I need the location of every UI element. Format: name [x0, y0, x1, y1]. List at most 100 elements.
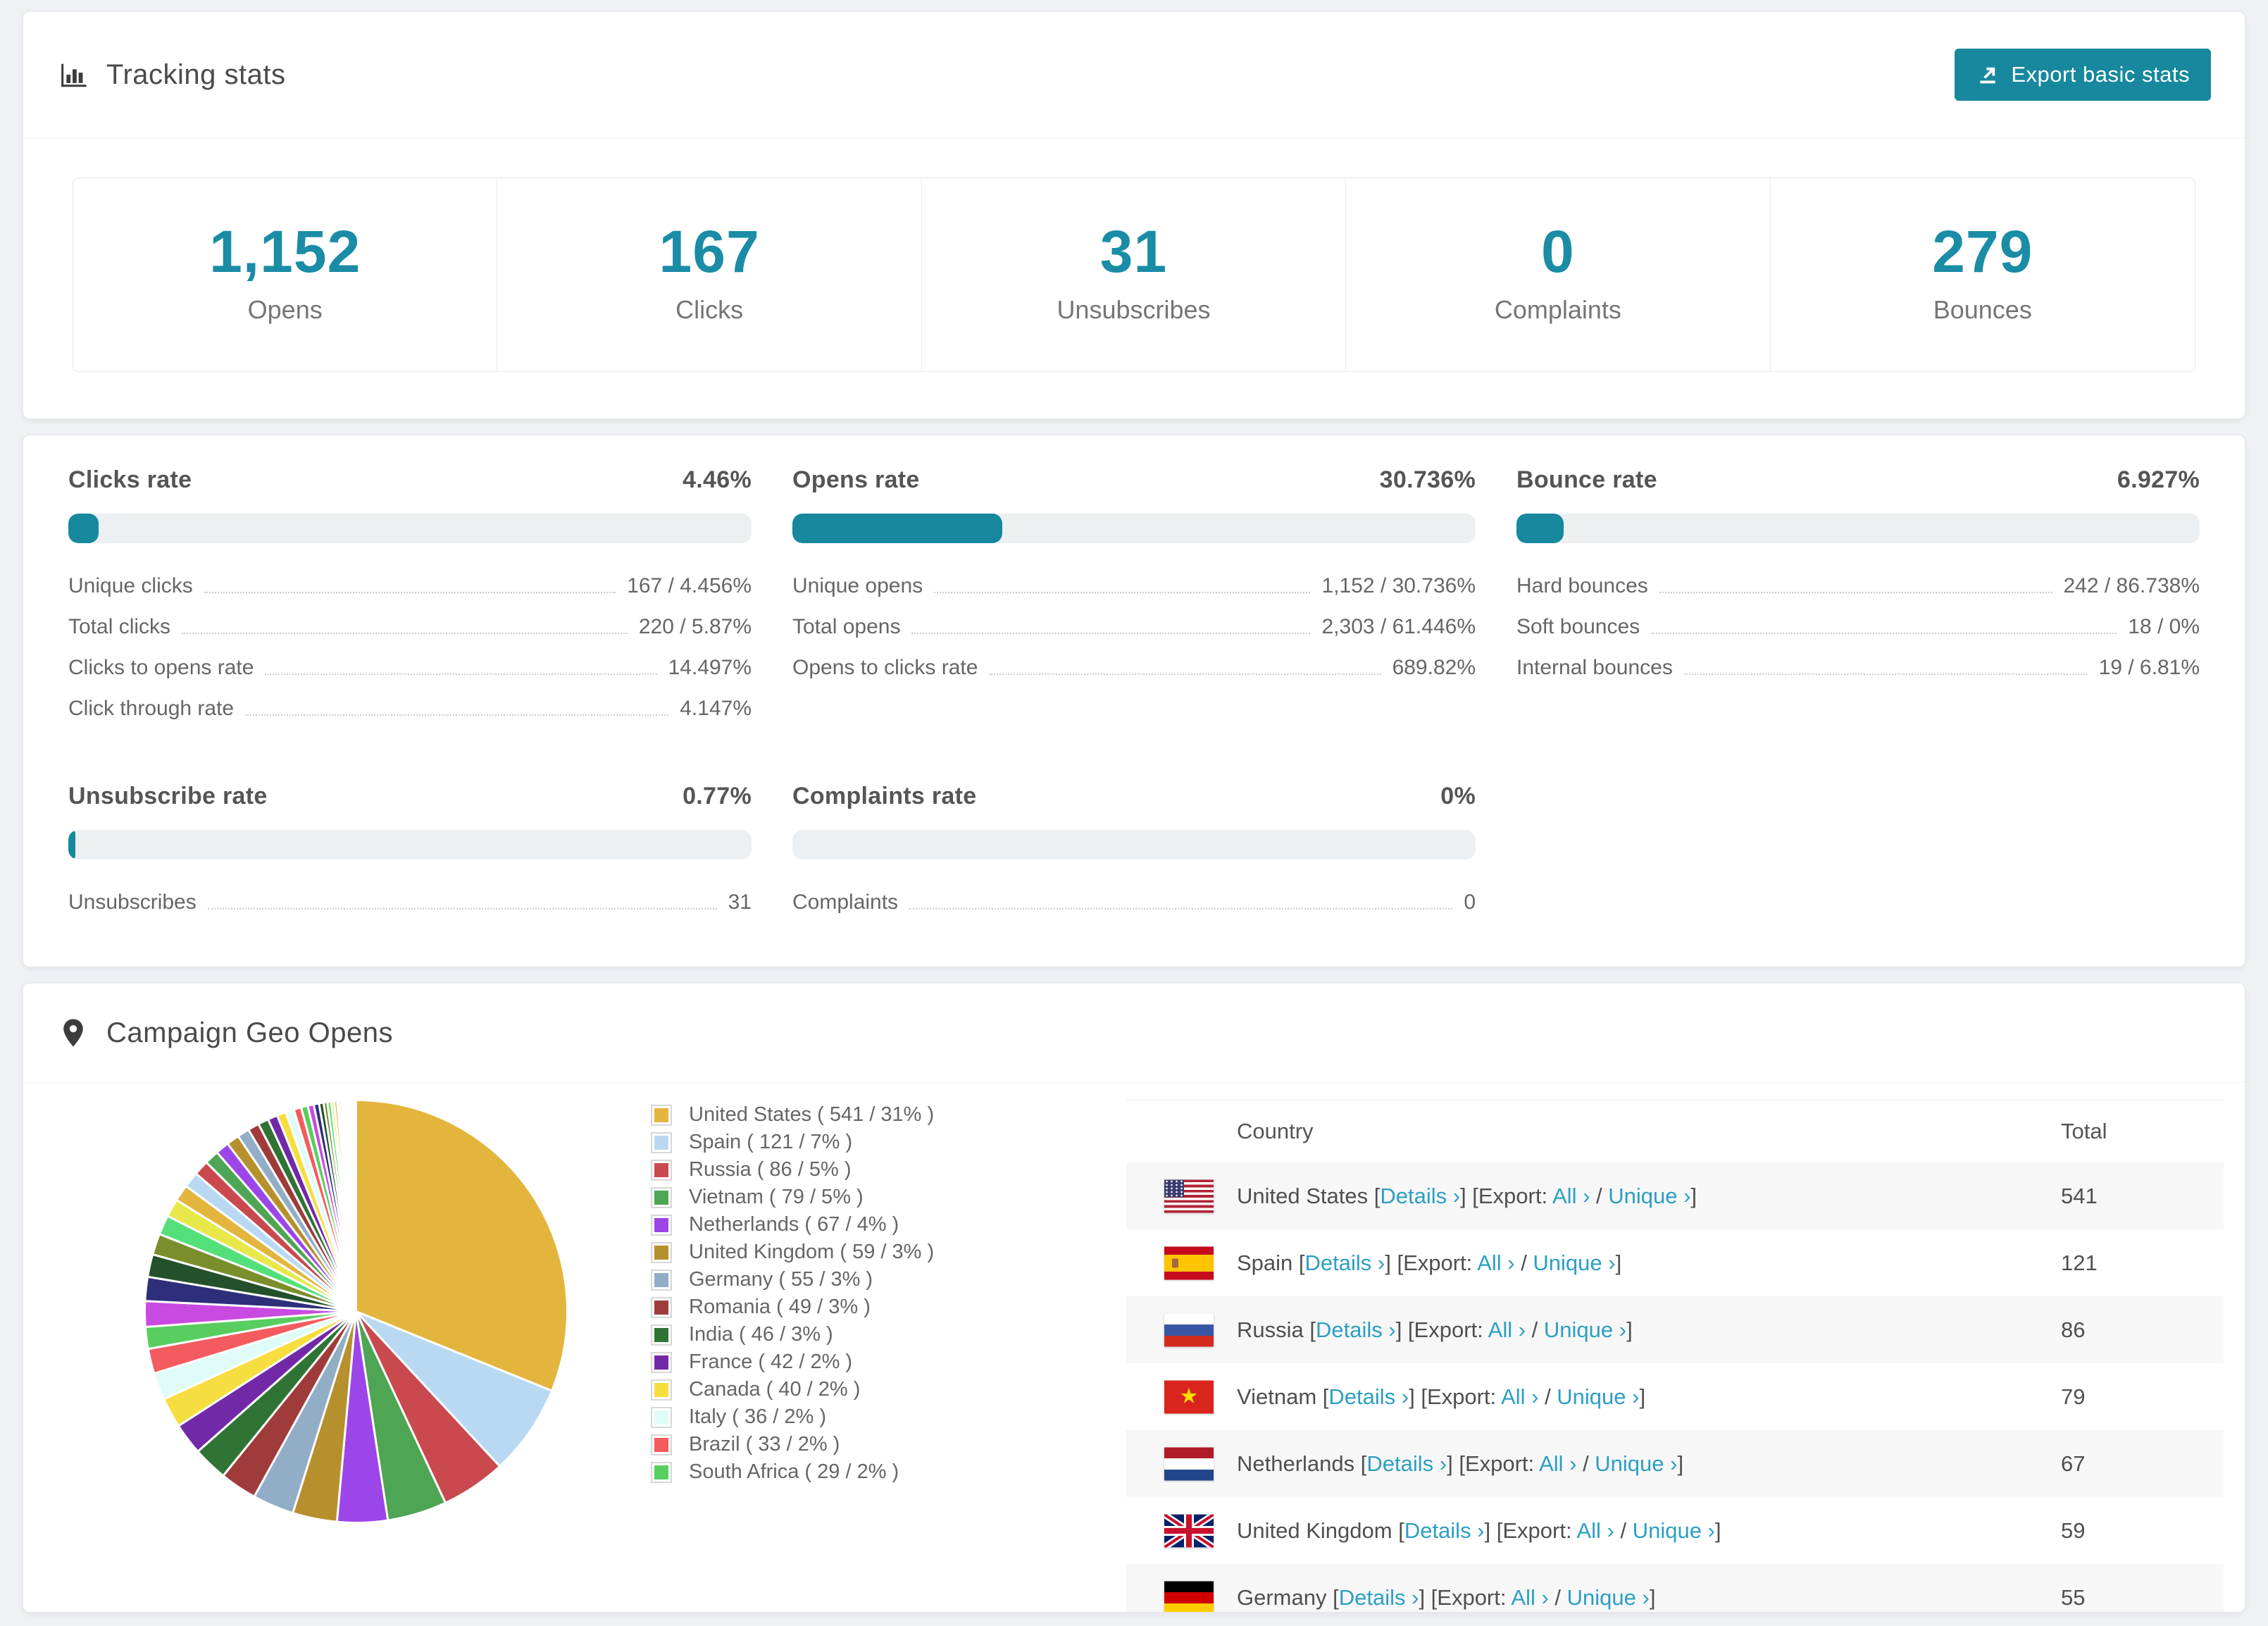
- export-unique-link[interactable]: Unique ›: [1567, 1585, 1650, 1610]
- legend-label: United Kingdom ( 59 / 3% ): [689, 1241, 934, 1264]
- dotted-leader: [934, 592, 1310, 593]
- country-cell: Russia [Details ›] [Export: All › / Uniq…: [1237, 1317, 1633, 1343]
- legend-label: United States ( 541 / 31% ): [689, 1103, 934, 1127]
- export-all-link[interactable]: All ›: [1511, 1585, 1548, 1610]
- rate-rows: Complaints0: [792, 882, 1476, 923]
- vn-flag-icon: [1164, 1380, 1214, 1413]
- rate-row: Internal bounces19 / 6.81%: [1516, 647, 2200, 688]
- export-basic-stats-button[interactable]: Export basic stats: [1955, 49, 2211, 101]
- export-all-link[interactable]: All ›: [1488, 1317, 1526, 1342]
- bracket: [: [1333, 1585, 1339, 1610]
- bracket: ]: [1715, 1518, 1721, 1543]
- country-cell: Germany [Details ›] [Export: All › / Uni…: [1237, 1585, 1655, 1611]
- dotted-leader: [1659, 592, 2052, 593]
- legend-item: India ( 46 / 3% ): [651, 1321, 934, 1348]
- details-link[interactable]: Details ›: [1380, 1184, 1460, 1208]
- stat-label: Unsubscribes: [922, 295, 1345, 325]
- dotted-leader: [909, 908, 1452, 910]
- rate-progress-fill: [792, 514, 1002, 543]
- rate-row-value: 242 / 86.738%: [2064, 574, 2200, 598]
- page-title: Tracking stats: [106, 59, 285, 91]
- export-button-label: Export basic stats: [2011, 62, 2190, 87]
- export-unique-link[interactable]: Unique ›: [1608, 1184, 1690, 1208]
- country-cell: Netherlands [Details ›] [Export: All › /…: [1237, 1451, 1683, 1477]
- details-link[interactable]: Details ›: [1404, 1518, 1485, 1543]
- details-link[interactable]: Details ›: [1328, 1384, 1409, 1409]
- rate-row: Soft bounces18 / 0%: [1516, 607, 2200, 647]
- details-link[interactable]: Details ›: [1339, 1585, 1419, 1610]
- details-link[interactable]: Details ›: [1366, 1451, 1447, 1476]
- legend-swatch: [651, 1434, 672, 1456]
- rate-row-value: 1,152 / 30.736%: [1321, 574, 1476, 598]
- country-name: United Kingdom: [1237, 1518, 1398, 1543]
- column-header-country: Country: [1237, 1119, 1314, 1144]
- legend-item: France ( 42 / 2% ): [651, 1348, 934, 1376]
- rate-progress-bar: [792, 514, 1476, 543]
- stat-cell: 279Bounces: [1771, 178, 2195, 371]
- rate-row-value: 18 / 0%: [2128, 615, 2200, 639]
- rate-rows: Unique opens1,152 / 30.736%Total opens2,…: [792, 566, 1476, 688]
- slash: /: [1538, 1384, 1557, 1409]
- map-pin-icon: [57, 1017, 89, 1049]
- country-cell: Vietnam [Details ›] [Export: All › / Uni…: [1237, 1384, 1645, 1410]
- export-all-link[interactable]: All ›: [1477, 1250, 1514, 1275]
- legend-swatch: [651, 1132, 672, 1153]
- details-link[interactable]: Details ›: [1316, 1317, 1396, 1342]
- geo-content: United States ( 541 / 31% )Spain ( 121 /…: [23, 1083, 2245, 1613]
- rate-progress-fill: [68, 830, 75, 859]
- export-all-link[interactable]: All ›: [1552, 1184, 1590, 1208]
- rate-title: Unsubscribe rate: [68, 783, 268, 810]
- rate-progress-fill: [1516, 514, 1564, 543]
- rate-row: Total opens2,303 / 61.446%: [792, 607, 1476, 647]
- export-icon: [1976, 63, 2000, 87]
- rate-value: 0%: [1440, 783, 1476, 810]
- legend-swatch: [651, 1462, 672, 1483]
- country-total: 55: [2061, 1585, 2085, 1611]
- country-name: United States: [1237, 1184, 1374, 1208]
- export-unique-link[interactable]: Unique ›: [1533, 1250, 1615, 1275]
- rate-row: Total clicks220 / 5.87%: [68, 607, 752, 647]
- stat-label: Complaints: [1346, 295, 1769, 325]
- rate-row-label: Hard bounces: [1516, 574, 1648, 598]
- dotted-leader: [989, 674, 1381, 675]
- export-all-link[interactable]: All ›: [1576, 1518, 1614, 1543]
- rates-grid: Clicks rate4.46%Unique clicks167 / 4.456…: [23, 435, 2245, 967]
- rate-row: Unique opens1,152 / 30.736%: [792, 566, 1476, 607]
- export-all-link[interactable]: All ›: [1501, 1384, 1538, 1409]
- rate-title: Clicks rate: [68, 466, 192, 494]
- rate-section: Clicks rate4.46%Unique clicks167 / 4.456…: [68, 466, 752, 729]
- rate-progress-bar: [68, 830, 752, 859]
- stat-cell: 0 Complaints: [1346, 178, 1770, 371]
- rates-card: Clicks rate4.46%Unique clicks167 / 4.456…: [23, 435, 2245, 967]
- legend-item: Canada ( 40 / 2% ): [651, 1376, 934, 1403]
- geo-table: Country Total United States [Details ›] …: [1126, 1100, 2224, 1613]
- legend-swatch: [651, 1105, 672, 1126]
- bar-chart-icon: [57, 58, 89, 91]
- geo-header: Campaign Geo Opens: [23, 983, 2245, 1083]
- legend-item: Netherlands ( 67 / 4% ): [651, 1211, 934, 1239]
- legend-item: Russia ( 86 / 5% ): [651, 1156, 934, 1184]
- dotted-leader: [265, 674, 656, 675]
- legend-item: South Africa ( 29 / 2% ): [651, 1458, 934, 1486]
- details-link[interactable]: Details ›: [1305, 1250, 1385, 1275]
- country-total: 79: [2061, 1384, 2085, 1410]
- export-unique-link[interactable]: Unique ›: [1557, 1384, 1639, 1409]
- geo-opens-pie-chart: [129, 1084, 583, 1539]
- export-unique-link[interactable]: Unique ›: [1595, 1451, 1677, 1476]
- legend-item: Romania ( 49 / 3% ): [651, 1293, 934, 1321]
- bracket: ] [Export:: [1409, 1384, 1501, 1409]
- export-unique-link[interactable]: Unique ›: [1633, 1518, 1715, 1543]
- rate-row: Click through rate4.147%: [68, 688, 752, 729]
- rate-rows: Unique clicks167 / 4.456%Total clicks220…: [68, 566, 752, 729]
- stat-value: 0: [1346, 222, 1769, 281]
- rate-rows: Hard bounces 242 / 86.738% Soft bounces18 …: [1516, 566, 2200, 688]
- export-unique-link[interactable]: Unique ›: [1544, 1317, 1626, 1342]
- rate-row-value: 14.497%: [668, 656, 752, 680]
- export-all-link[interactable]: All ›: [1539, 1451, 1576, 1476]
- tracking-stats-header: Tracking stats Export basic stats: [23, 12, 2245, 138]
- geo-table-row: Netherlands [Details ›] [Export: All › /…: [1126, 1430, 2224, 1497]
- geo-table-row: Germany [Details ›] [Export: All › / Uni…: [1126, 1564, 2224, 1613]
- rate-row-value: 689.82%: [1392, 656, 1476, 680]
- bracket: ] [Export:: [1447, 1451, 1539, 1476]
- legend-swatch: [651, 1187, 672, 1208]
